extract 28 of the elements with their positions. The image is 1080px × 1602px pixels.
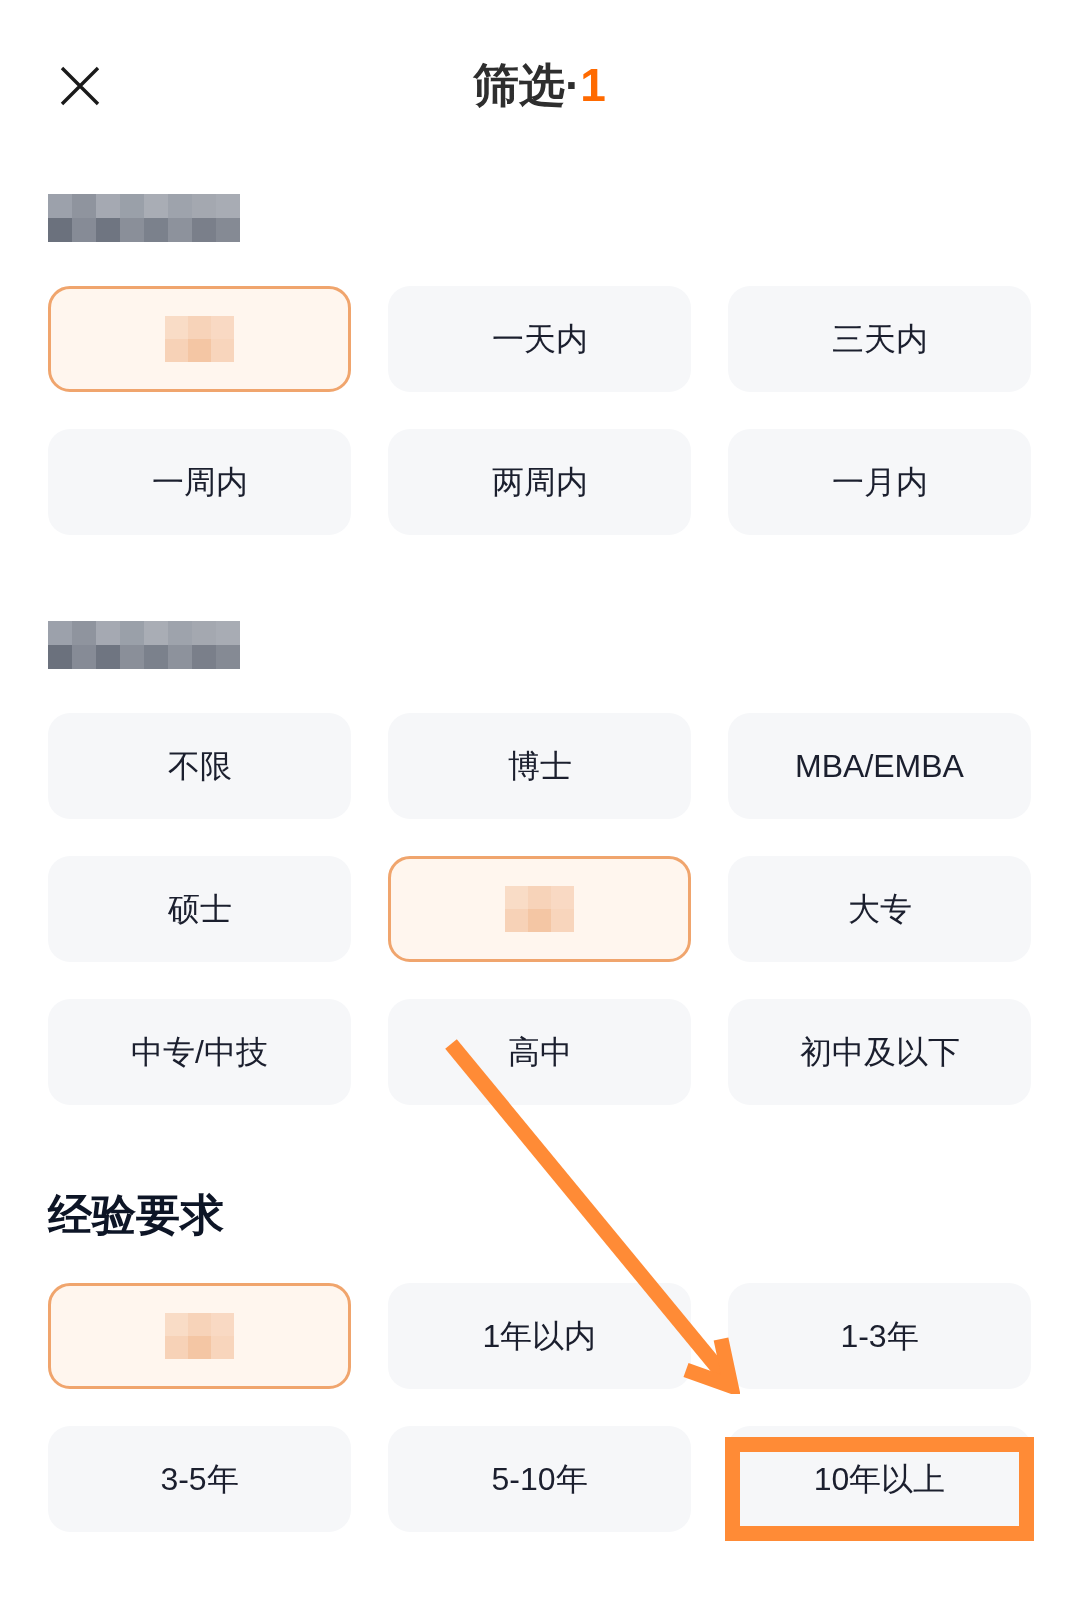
filter-option[interactable]: 一周内 <box>48 429 351 535</box>
filter-option[interactable]: 不限 <box>48 713 351 819</box>
close-icon <box>60 65 100 106</box>
section-title: 经验要求 <box>48 1189 224 1241</box>
filter-option[interactable]: 博士 <box>388 713 691 819</box>
filter-count: 1 <box>580 58 606 113</box>
filter-option[interactable]: 两周内 <box>388 429 691 535</box>
filter-option[interactable] <box>48 286 351 392</box>
close-button[interactable] <box>60 65 100 106</box>
filter-option[interactable]: 大专 <box>728 856 1031 962</box>
filter-option[interactable]: 1年以内 <box>388 1283 691 1389</box>
filter-option[interactable]: 5-10年 <box>388 1426 691 1532</box>
filter-option[interactable]: 一天内 <box>388 286 691 392</box>
filter-option[interactable]: 三天内 <box>728 286 1031 392</box>
pixelated-label-drawing <box>165 316 234 362</box>
pixelated-label-drawing <box>505 886 574 932</box>
page-title: 筛选· <box>473 58 581 113</box>
filter-option[interactable] <box>48 1283 351 1389</box>
filter-option[interactable]: 1-3年 <box>728 1283 1031 1389</box>
filter-option[interactable]: 一月内 <box>728 429 1031 535</box>
filter-option[interactable]: 中专/中技 <box>48 999 351 1105</box>
filter-option[interactable]: 初中及以下 <box>728 999 1031 1105</box>
filter-option[interactable] <box>388 856 691 962</box>
filter-option[interactable]: 高中 <box>388 999 691 1105</box>
filter-option[interactable]: 3-5年 <box>48 1426 351 1532</box>
filter-option[interactable]: 硕士 <box>48 856 351 962</box>
filter-option[interactable]: MBA/EMBA <box>728 713 1031 819</box>
pixelated-label-drawing <box>165 1313 234 1359</box>
